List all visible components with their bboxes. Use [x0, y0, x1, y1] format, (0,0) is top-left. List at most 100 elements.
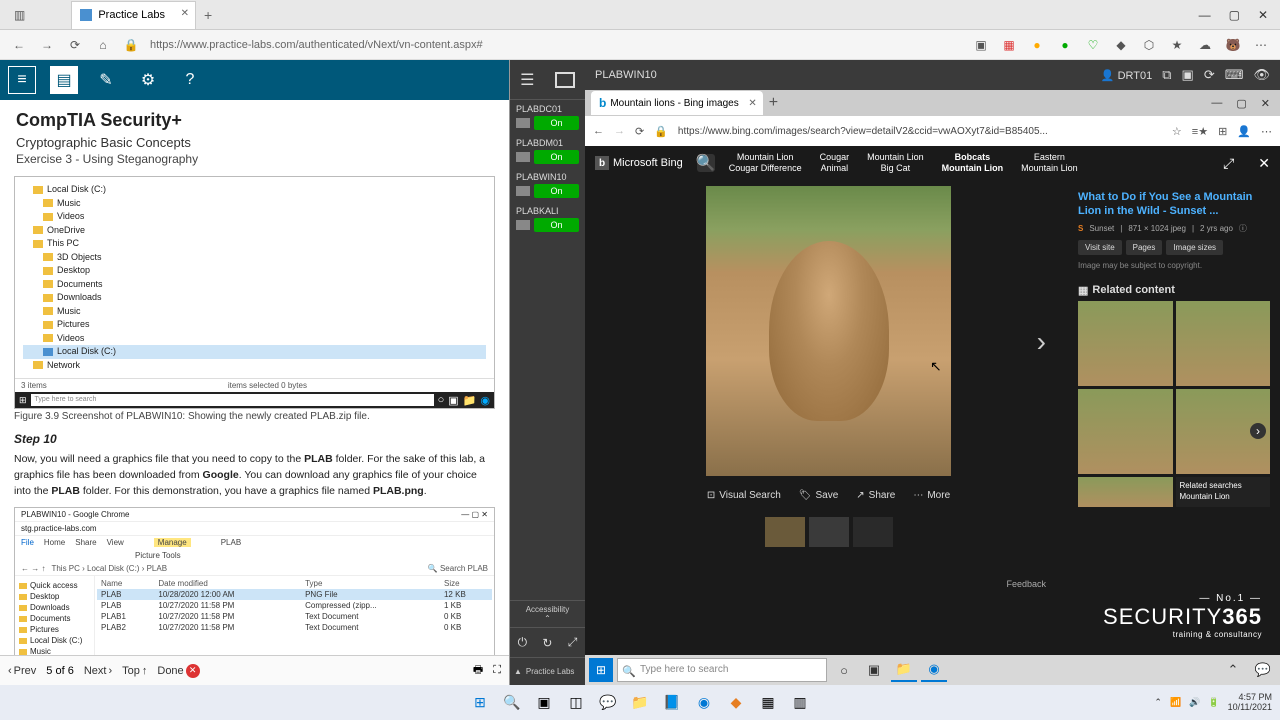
expand-icon[interactable]: ⤢ [568, 635, 578, 650]
menu-button[interactable]: ⋯ [1252, 36, 1270, 54]
related-searches[interactable]: Related searchesMountain Lion [1176, 477, 1271, 507]
cortana-icon[interactable]: ○ [831, 658, 857, 682]
content-icon[interactable]: ▤ [50, 66, 78, 94]
ext-icon[interactable]: ⬡ [1140, 36, 1158, 54]
thumbnail-strip[interactable] [765, 517, 893, 547]
help-icon[interactable]: ? [176, 66, 204, 94]
feedback-link[interactable]: Feedback [1006, 579, 1046, 589]
forward-button[interactable]: → [38, 36, 56, 54]
category-pill[interactable]: Mountain LionBig Cat [867, 152, 924, 174]
category-pill[interactable]: EasternMountain Lion [1021, 152, 1078, 174]
tab-list-icon[interactable]: ▥ [8, 8, 31, 22]
image-title[interactable]: What to Do if You See a Mountain Lion in… [1078, 190, 1270, 219]
category-pill[interactable]: Mountain LionCougar Difference [729, 152, 802, 174]
vm-item[interactable]: PLABDM01On [510, 134, 585, 168]
notes-icon[interactable]: ✎ [92, 66, 120, 94]
refresh-icon[interactable]: ↻ [542, 636, 552, 650]
home-button[interactable]: ⌂ [94, 36, 112, 54]
bing-logo[interactable]: bMicrosoft Bing [595, 156, 683, 170]
category-pill[interactable]: CougarAnimal [820, 152, 850, 174]
related-image[interactable] [1078, 301, 1173, 386]
ext-icon[interactable]: 🐻 [1224, 36, 1242, 54]
save-button[interactable]: 🏷 Save [799, 490, 839, 501]
taskview-icon[interactable]: ▣ [861, 658, 887, 682]
ext-icon[interactable]: ● [1056, 36, 1074, 54]
url-text[interactable]: https://www.bing.com/images/search?view=… [678, 126, 1162, 137]
close-tab-icon[interactable]: ✕ [748, 98, 756, 109]
screen-icon[interactable]: ▣ [1182, 67, 1194, 83]
thumbnail[interactable] [765, 517, 805, 547]
thumbnail[interactable] [809, 517, 849, 547]
next-image-button[interactable]: › [1037, 326, 1046, 358]
thumbnail[interactable] [853, 517, 893, 547]
maximize-button[interactable]: ▢ [1229, 8, 1240, 22]
taskview-icon[interactable]: ▣ [531, 690, 557, 716]
browser-tab[interactable]: Practice Labs ✕ [71, 1, 196, 29]
top-button[interactable]: Top ↑ [122, 665, 147, 677]
wifi-icon[interactable]: 📶 [1170, 697, 1181, 708]
prev-button[interactable]: ‹ Prev [8, 665, 36, 677]
eye-icon[interactable]: 👁 [1253, 67, 1270, 83]
fullscreen-icon[interactable]: ⤢ [1223, 155, 1234, 172]
reload-button[interactable]: ⟳ [635, 125, 644, 138]
ext-icon[interactable]: ● [1028, 36, 1046, 54]
back-button[interactable]: ← [10, 36, 28, 54]
widgets-icon[interactable]: ◫ [563, 690, 589, 716]
close-tab-icon[interactable]: ✕ [181, 8, 189, 19]
volume-icon[interactable]: 🔊 [1189, 697, 1200, 708]
reload-icon[interactable]: ⟳ [1204, 67, 1215, 83]
explorer-icon[interactable]: 📁 [627, 690, 653, 716]
edge-icon[interactable]: ◉ [921, 658, 947, 682]
expand-icon[interactable]: ⛶ [493, 664, 501, 677]
accessibility-label[interactable]: Accessibility⌃ [510, 600, 585, 627]
lab-content[interactable]: Local Disk (C:)MusicVideosOneDriveThis P… [0, 172, 509, 655]
notifications-icon[interactable]: 💬 [1250, 658, 1276, 682]
info-button[interactable]: Image sizes [1166, 240, 1223, 255]
ext-icon[interactable]: ▦ [1000, 36, 1018, 54]
new-tab-button[interactable]: + [204, 7, 212, 23]
app-icon[interactable]: ◆ [723, 690, 749, 716]
info-button[interactable]: Visit site [1078, 240, 1122, 255]
start-button[interactable]: ⊞ [589, 658, 613, 682]
minimize-button[interactable]: — [1211, 97, 1222, 110]
close-icon[interactable]: ✕ [1258, 155, 1270, 172]
edge-icon[interactable]: ◉ [691, 690, 717, 716]
app-icon[interactable]: 📘 [659, 690, 685, 716]
vm-item[interactable]: PLABDC01On [510, 100, 585, 134]
info-button[interactable]: Pages [1126, 240, 1163, 255]
ext-icon[interactable]: ◆ [1112, 36, 1130, 54]
power-icon[interactable]: ⏻ [518, 635, 528, 650]
menu-icon[interactable]: ≡ [8, 66, 36, 94]
app-icon[interactable]: ▥ [787, 690, 813, 716]
battery-icon[interactable]: 🔋 [1208, 697, 1219, 708]
related-image[interactable] [1176, 389, 1271, 474]
keyboard-icon[interactable]: ⌨ [1225, 67, 1244, 83]
close-button[interactable]: ✕ [1258, 8, 1268, 22]
settings-icon[interactable]: ⚙ [134, 66, 162, 94]
next-button[interactable]: Next › [84, 665, 112, 677]
print-icon[interactable]: 🖶 [473, 661, 483, 680]
ext-icon[interactable]: ☁ [1196, 36, 1214, 54]
start-button[interactable]: ⊞ [467, 690, 493, 716]
clock-date[interactable]: 10/11/2021 [1228, 703, 1272, 713]
minimize-button[interactable]: — [1199, 8, 1211, 22]
ext-icon[interactable]: ▣ [972, 36, 990, 54]
fullscreen-icon[interactable] [555, 72, 575, 88]
vm-item[interactable]: PLABKALIOn [510, 202, 585, 236]
collections-icon[interactable]: ⊞ [1218, 125, 1227, 138]
menu-icon[interactable]: ⋯ [1261, 125, 1272, 138]
chat-icon[interactable]: 💬 [595, 690, 621, 716]
related-image[interactable] [1176, 301, 1271, 386]
share-button[interactable]: ↗ Share [856, 490, 895, 501]
url-text[interactable]: https://www.practice-labs.com/authentica… [150, 39, 483, 51]
profile-icon[interactable]: 👤 [1237, 125, 1251, 138]
hamburger-icon[interactable]: ☰ [520, 70, 534, 90]
tray-chevron[interactable]: ⌃ [1154, 697, 1162, 708]
more-button[interactable]: ⋯ More [913, 490, 950, 501]
vm-item[interactable]: PLABWIN10On [510, 168, 585, 202]
star-icon[interactable]: ☆ [1172, 125, 1182, 138]
ext-icon[interactable]: ★ [1168, 36, 1186, 54]
main-image[interactable] [706, 186, 951, 476]
link-icon[interactable]: ⧉ [1162, 67, 1171, 83]
ext-icon[interactable]: ♡ [1084, 36, 1102, 54]
